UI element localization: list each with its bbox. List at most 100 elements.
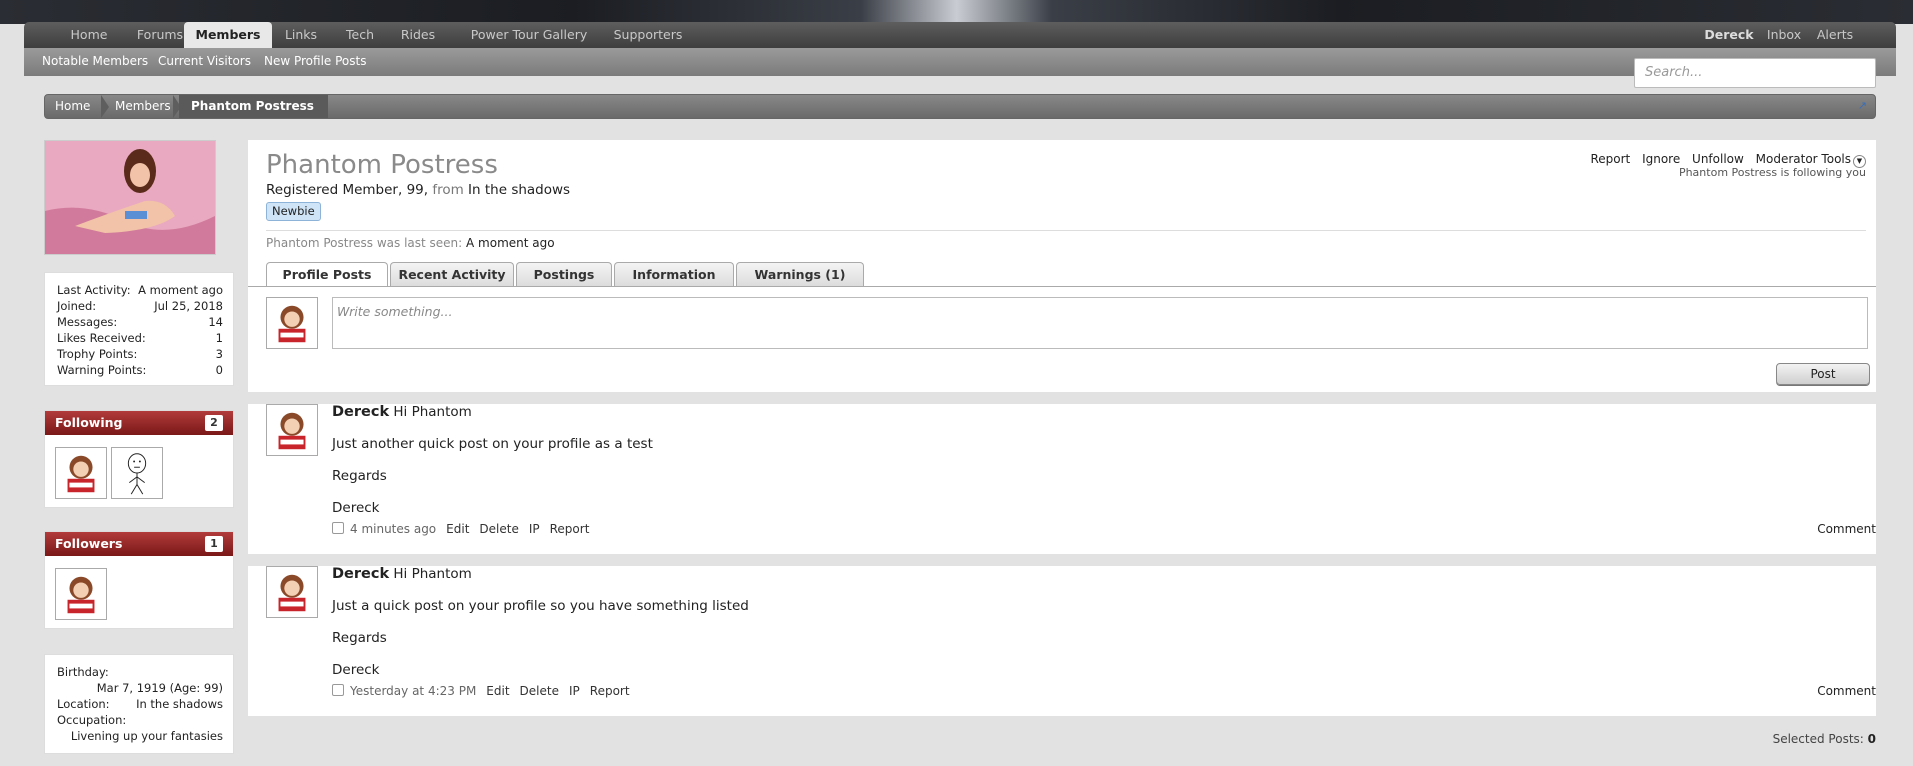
- profile-name: Phantom Postress: [266, 150, 498, 180]
- post-meta: 4 minutes ago Edit Delete IP Report: [332, 522, 599, 536]
- delete-link[interactable]: Delete: [520, 684, 559, 698]
- profile-post-textarea[interactable]: Write something...: [332, 297, 1868, 349]
- nav-tab-members[interactable]: Members: [184, 22, 272, 50]
- followers-header[interactable]: Followers 1: [45, 532, 233, 556]
- tab-postings[interactable]: Postings: [516, 262, 612, 286]
- about-birthday-value: Mar 7, 1919 (Age: 99): [96, 681, 223, 695]
- post-body: Just a quick post on your profile so you…: [332, 598, 749, 614]
- tab-warnings[interactable]: Warnings (1): [736, 262, 864, 286]
- breadcrumb-current: Phantom Postress: [179, 95, 328, 118]
- breadcrumb-home[interactable]: Home: [55, 95, 90, 118]
- post-author[interactable]: Dereck: [332, 404, 389, 420]
- followers-title: Followers: [55, 536, 123, 551]
- composer-avatar[interactable]: [266, 297, 318, 349]
- nav-inbox[interactable]: Inbox: [1764, 22, 1804, 48]
- stat-label: Warning Points:: [57, 363, 147, 377]
- post-signature: Dereck: [332, 500, 380, 516]
- profile-header-card: Phantom Postress Registered Member, 99, …: [248, 140, 1876, 392]
- select-post-checkbox[interactable]: [332, 522, 344, 534]
- post-header: Dereck Hi Phantom: [332, 404, 472, 420]
- stat-value: A moment ago: [138, 283, 223, 297]
- stat-value: 0: [215, 363, 223, 377]
- breadcrumb-separator: [101, 95, 109, 118]
- profile-post: Dereck Hi Phantom Just another quick pos…: [248, 404, 1876, 554]
- report-link[interactable]: Report: [1590, 152, 1630, 166]
- profile-avatar[interactable]: [44, 140, 216, 255]
- report-link[interactable]: Report: [550, 522, 590, 536]
- report-link[interactable]: Report: [590, 684, 630, 698]
- nav-tab-rides[interactable]: Rides: [390, 22, 446, 48]
- tab-information[interactable]: Information: [614, 262, 734, 286]
- post-author[interactable]: Dereck: [332, 566, 389, 582]
- following-you-note: Phantom Postress is following you: [1678, 166, 1866, 179]
- post-button[interactable]: Post: [1776, 363, 1870, 385]
- select-post-checkbox[interactable]: [332, 684, 344, 696]
- nav-tab-tech[interactable]: Tech: [336, 22, 384, 48]
- jump-to-icon[interactable]: ↗: [1858, 99, 1867, 112]
- edit-link[interactable]: Edit: [446, 522, 469, 536]
- nav-tab-power-tour-gallery[interactable]: Power Tour Gallery: [454, 22, 604, 48]
- nav-tab-supporters[interactable]: Supporters: [610, 22, 686, 48]
- stat-label: Trophy Points:: [57, 347, 138, 361]
- search-input[interactable]: Search...: [1634, 58, 1876, 88]
- nav-alerts[interactable]: Alerts: [1814, 22, 1856, 48]
- post-author-avatar[interactable]: [266, 404, 318, 456]
- post-header: Dereck Hi Phantom: [332, 566, 472, 582]
- nav-tab-home[interactable]: Home: [60, 22, 118, 48]
- stat-last-activity: Last Activity: A moment ago: [57, 283, 223, 299]
- unfollow-link[interactable]: Unfollow: [1692, 152, 1744, 166]
- stat-label: Messages:: [57, 315, 118, 329]
- tab-underline: [248, 286, 1876, 287]
- stat-value: Jul 25, 2018: [154, 299, 223, 313]
- post-time[interactable]: 4 minutes ago: [350, 522, 436, 536]
- follower-avatar[interactable]: [55, 568, 107, 620]
- about-location-value[interactable]: In the shadows: [136, 697, 223, 711]
- comment-link[interactable]: Comment: [1817, 522, 1876, 536]
- about-occupation-label: Occupation:: [57, 713, 127, 727]
- delete-link[interactable]: Delete: [479, 522, 518, 536]
- breadcrumb-members[interactable]: Members: [115, 95, 171, 118]
- top-navigation: Home Forums Members Links Tech Rides Pow…: [24, 22, 1896, 50]
- stat-likes: Likes Received: 1: [57, 331, 223, 347]
- comment-link[interactable]: Comment: [1817, 684, 1876, 698]
- stat-trophy: Trophy Points: 3: [57, 347, 223, 363]
- nav-user-dereck[interactable]: Dereck: [1704, 22, 1754, 48]
- following-avatar[interactable]: [55, 447, 107, 499]
- moderator-tools-link[interactable]: Moderator Tools: [1756, 152, 1851, 166]
- following-header[interactable]: Following 2: [45, 411, 233, 435]
- stats-panel: Last Activity: A moment ago Joined: Jul 25…: [44, 272, 234, 386]
- following-avatar[interactable]: [111, 447, 163, 499]
- post-author-avatar[interactable]: [266, 566, 318, 618]
- post-meta: Yesterday at 4:23 PM Edit Delete IP Report: [332, 684, 640, 698]
- stat-messages: Messages: 14: [57, 315, 223, 331]
- last-seen-label: Phantom Postress was last seen:: [266, 236, 467, 250]
- post-title: Hi Phantom: [393, 404, 472, 420]
- stat-label: Last Activity:: [57, 283, 131, 297]
- profile-post: Dereck Hi Phantom Just a quick post on y…: [248, 566, 1876, 716]
- last-seen: Phantom Postress was last seen: A moment…: [266, 236, 555, 250]
- profile-location-link[interactable]: In the shadows: [468, 182, 570, 198]
- subnav-new-profile-posts[interactable]: New Profile Posts: [264, 48, 366, 74]
- post-time[interactable]: Yesterday at 4:23 PM: [350, 684, 476, 698]
- user-title-badge: Newbie: [266, 202, 321, 221]
- ip-link[interactable]: IP: [529, 522, 540, 536]
- stat-value[interactable]: 3: [216, 347, 223, 361]
- divider: [266, 230, 1866, 231]
- post-regards: Regards: [332, 630, 387, 646]
- subnav-current-visitors[interactable]: Current Visitors: [158, 48, 251, 74]
- ip-link[interactable]: IP: [569, 684, 580, 698]
- post-signature: Dereck: [332, 662, 380, 678]
- tab-profile-posts[interactable]: Profile Posts: [266, 262, 388, 287]
- sub-navigation: Notable Members Current Visitors New Pro…: [24, 48, 1896, 76]
- tab-recent-activity[interactable]: Recent Activity: [390, 262, 514, 286]
- selected-posts-label: Selected Posts:: [1772, 732, 1868, 746]
- subnav-notable-members[interactable]: Notable Members: [42, 48, 148, 74]
- about-location-label: Location:: [57, 697, 110, 711]
- about-panel: Birthday: Mar 7, 1919 (Age: 99) Location…: [44, 654, 234, 754]
- stat-value[interactable]: 14: [208, 315, 223, 329]
- nav-tab-links[interactable]: Links: [276, 22, 326, 48]
- edit-link[interactable]: Edit: [486, 684, 509, 698]
- stat-joined: Joined: Jul 25, 2018: [57, 299, 223, 315]
- main-content: Phantom Postress Registered Member, 99, …: [248, 140, 1876, 760]
- ignore-link[interactable]: Ignore: [1642, 152, 1680, 166]
